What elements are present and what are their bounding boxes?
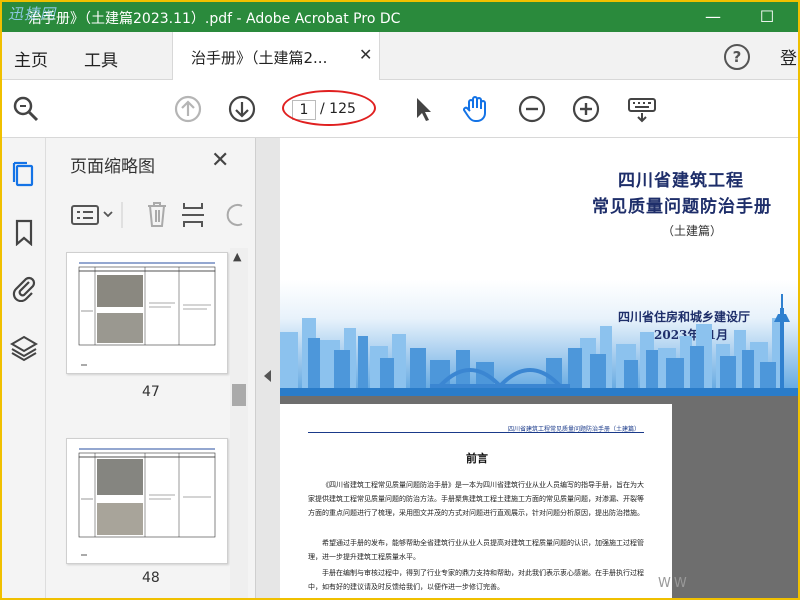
cover-title-line1: 四川省建筑工程 (618, 171, 744, 191)
thumbnail-label-47: 47 (142, 384, 160, 400)
preface-title: 前言 (466, 452, 488, 465)
thumbnails-panel: 页面缩略图 ✕ 47 48 ▲ (46, 138, 256, 598)
collapse-arrow-icon (264, 370, 271, 382)
maximize-button[interactable]: ☐ (744, 2, 790, 32)
prev-page-icon[interactable] (172, 93, 204, 125)
tab-document-label: 治手册》（土建篇2... (191, 49, 328, 67)
next-page-icon[interactable] (226, 93, 258, 125)
keyboard-icon[interactable] (626, 93, 658, 125)
corner-watermark: WW (658, 576, 690, 591)
preface-paragraph-2: 希望通过手册的发布，能够帮助全省建筑行业从业人员提高对建筑工程质量问题的认识，加… (308, 539, 644, 561)
header-rule (308, 432, 644, 433)
options-menu-icon[interactable] (71, 205, 113, 225)
preface-paragraph-3: 手册在编制与审核过程中，得到了行业专家的鼎力支持和帮助，对此我们表示衷心感谢。在… (308, 569, 644, 591)
app-window: 迅捷网 治手册》（土建篇2023.11）.pdf - Adobe Acrobat… (2, 2, 798, 598)
scrollbar-thumb[interactable] (232, 384, 246, 406)
panel-close-button[interactable]: ✕ (211, 148, 229, 173)
panel-collapse-handle[interactable] (256, 138, 280, 598)
scroll-up-icon[interactable]: ▲ (233, 250, 241, 263)
trash-icon[interactable] (148, 202, 166, 227)
page-thumbnails-icon[interactable] (10, 160, 38, 188)
window-title: 治手册》（土建篇2023.11）.pdf - Adobe Acrobat Pro… (28, 11, 401, 27)
select-cursor-icon[interactable] (406, 93, 438, 125)
zoom-search-icon[interactable] (10, 93, 42, 125)
preface-page: 四川省建筑工程常见质量问题防治手册（土建篇） 前言 《四川省建筑工程常见质量问题… (280, 404, 672, 598)
help-button[interactable]: ? (724, 44, 750, 70)
tab-home[interactable]: 主页 (14, 46, 48, 71)
tab-bar: 主页 工具 治手册》（土建篇2... ✕ ? 登 (2, 32, 798, 80)
cover-subtitle: （土建篇） (662, 224, 723, 238)
panel-title: 页面缩略图 (70, 157, 155, 177)
thumbnail-page-47[interactable] (66, 252, 228, 374)
preface-paragraph-1: 《四川省建筑工程常见质量问题防治手册》是一本为四川省建筑行业从业人员编写的指导手… (308, 481, 644, 517)
left-rail (2, 138, 46, 598)
zoom-in-icon[interactable] (570, 93, 602, 125)
rotate-icon[interactable] (226, 204, 243, 226)
toolbar: 1 / 125 (2, 80, 798, 138)
panel-toolbar (46, 190, 256, 240)
thumbnail-label-48: 48 (142, 570, 160, 586)
thumbnails-scrollbar[interactable]: ▲ (230, 248, 248, 598)
layers-icon[interactable] (10, 334, 38, 362)
document-view[interactable]: 四川省建筑工程 常见质量问题防治手册 （土建篇） 四川省住房和城乡建设厅 202… (280, 138, 798, 598)
bookmark-icon[interactable] (10, 218, 38, 247)
insert-page-icon[interactable] (182, 203, 204, 227)
thumbnail-page-48[interactable] (66, 438, 228, 564)
attachment-icon[interactable] (10, 274, 38, 303)
signin-button[interactable]: 登 (780, 44, 797, 69)
minimize-button[interactable]: — (690, 2, 736, 32)
tab-tools[interactable]: 工具 (84, 46, 118, 71)
cover-title-line2: 常见质量问题防治手册 (592, 197, 772, 217)
zoom-out-icon[interactable] (516, 93, 548, 125)
tab-document[interactable]: 治手册》（土建篇2... ✕ (172, 32, 380, 80)
highlight-ring (282, 90, 376, 126)
cover-page: 四川省建筑工程 常见质量问题防治手册 （土建篇） 四川省住房和城乡建设厅 202… (280, 138, 798, 396)
tab-close-button[interactable]: ✕ (359, 45, 372, 64)
hand-tool-icon[interactable] (460, 93, 492, 125)
city-skyline-illustration (280, 294, 798, 396)
title-bar: 迅捷网 治手册》（土建篇2023.11）.pdf - Adobe Acrobat… (2, 2, 798, 32)
